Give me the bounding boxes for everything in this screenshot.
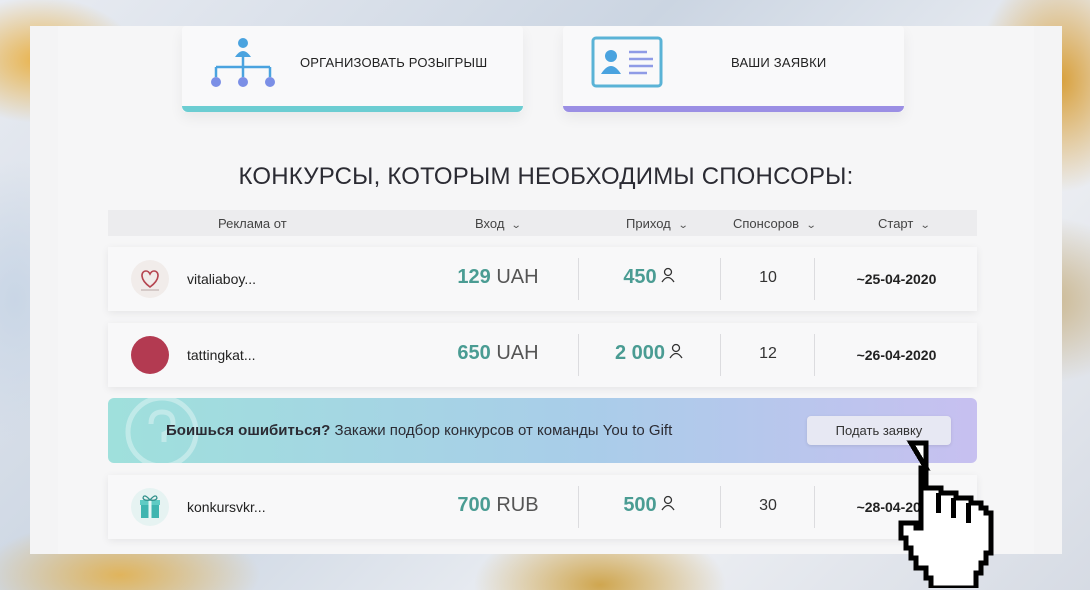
username[interactable]: tattingkat... [187,347,255,363]
column-ad-from: Реклама от [218,216,287,231]
sponsors-count: 10 [759,269,777,286]
start-date: ~25-04-2020 [856,271,937,287]
avatar [131,336,169,374]
page-heading: КОНКУРСЫ, КОТОРЫМ НЕОБХОДИМЫ СПОНСОРЫ: [238,163,854,190]
org-chart-icon [211,38,275,87]
chevron-down-icon: ⌄ [511,220,523,231]
person-icon [669,342,683,365]
hand-pointer-cursor-icon [898,440,994,588]
username[interactable]: konkursvkr... [187,499,266,515]
your-requests-label: ВАШИ ЗАЯВКИ [731,55,827,70]
entry-fee: 650 UAH [457,342,539,364]
table-row[interactable]: tattingkat... 650 UAH 2 000 12 ~26-04-20… [108,323,977,387]
income-count: 450 [578,266,720,289]
gift-box-logo-icon [140,495,160,518]
chevron-down-icon: ⌄ [920,220,931,231]
income-count: 2 000 [578,342,720,365]
column-entry[interactable]: Вход ⌄ [475,216,523,231]
table-row[interactable]: konkursvkr... 700 RUB 500 30 ~28-04-2020 [108,475,977,539]
person-icon [661,266,675,289]
sponsors-count: 30 [759,497,777,514]
divider [814,486,815,528]
divider [814,334,815,376]
organize-giveaway-card[interactable]: ОРГАНИЗОВАТЬ РОЗЫГРЫШ [182,26,523,112]
table-header: Реклама от Вход ⌄ Приход ⌄ Спонсоров ⌄ Стар… [108,210,977,236]
income-count: 500 [578,494,720,517]
sponsors-count: 12 [759,345,777,362]
chevron-down-icon: ⌄ [805,220,817,231]
organize-giveaway-label: ОРГАНИЗОВАТЬ РОЗЫГРЫШ [300,55,488,70]
column-sponsors[interactable]: Спонсоров ⌄ [733,216,817,231]
person-icon [661,494,675,517]
card-accent-bar [563,106,904,112]
card-accent-bar [182,106,523,112]
start-date: ~26-04-2020 [856,347,937,363]
divider [814,258,815,300]
your-requests-card[interactable]: ВАШИ ЗАЯВКИ [563,26,904,112]
id-card-icon [591,36,663,88]
heart-logo-icon [141,270,159,291]
avatar [131,488,169,526]
column-income[interactable]: Приход ⌄ [626,216,689,231]
username[interactable]: vitaliaboy... [187,271,256,287]
entry-fee: 700 RUB [457,494,539,516]
help-banner: Боишься ошибиться? Закажи подбор конкурс… [108,398,977,463]
entry-fee: 129 UAH [457,266,539,288]
chevron-down-icon: ⌄ [677,220,689,231]
table-row[interactable]: vitaliaboy... 129 UAH 450 10 ~25-04-2020 [108,247,977,311]
column-start[interactable]: Старт ⌄ [878,216,931,231]
banner-text: Боишься ошибиться? Закажи подбор конкурс… [166,422,673,439]
avatar [131,260,169,298]
